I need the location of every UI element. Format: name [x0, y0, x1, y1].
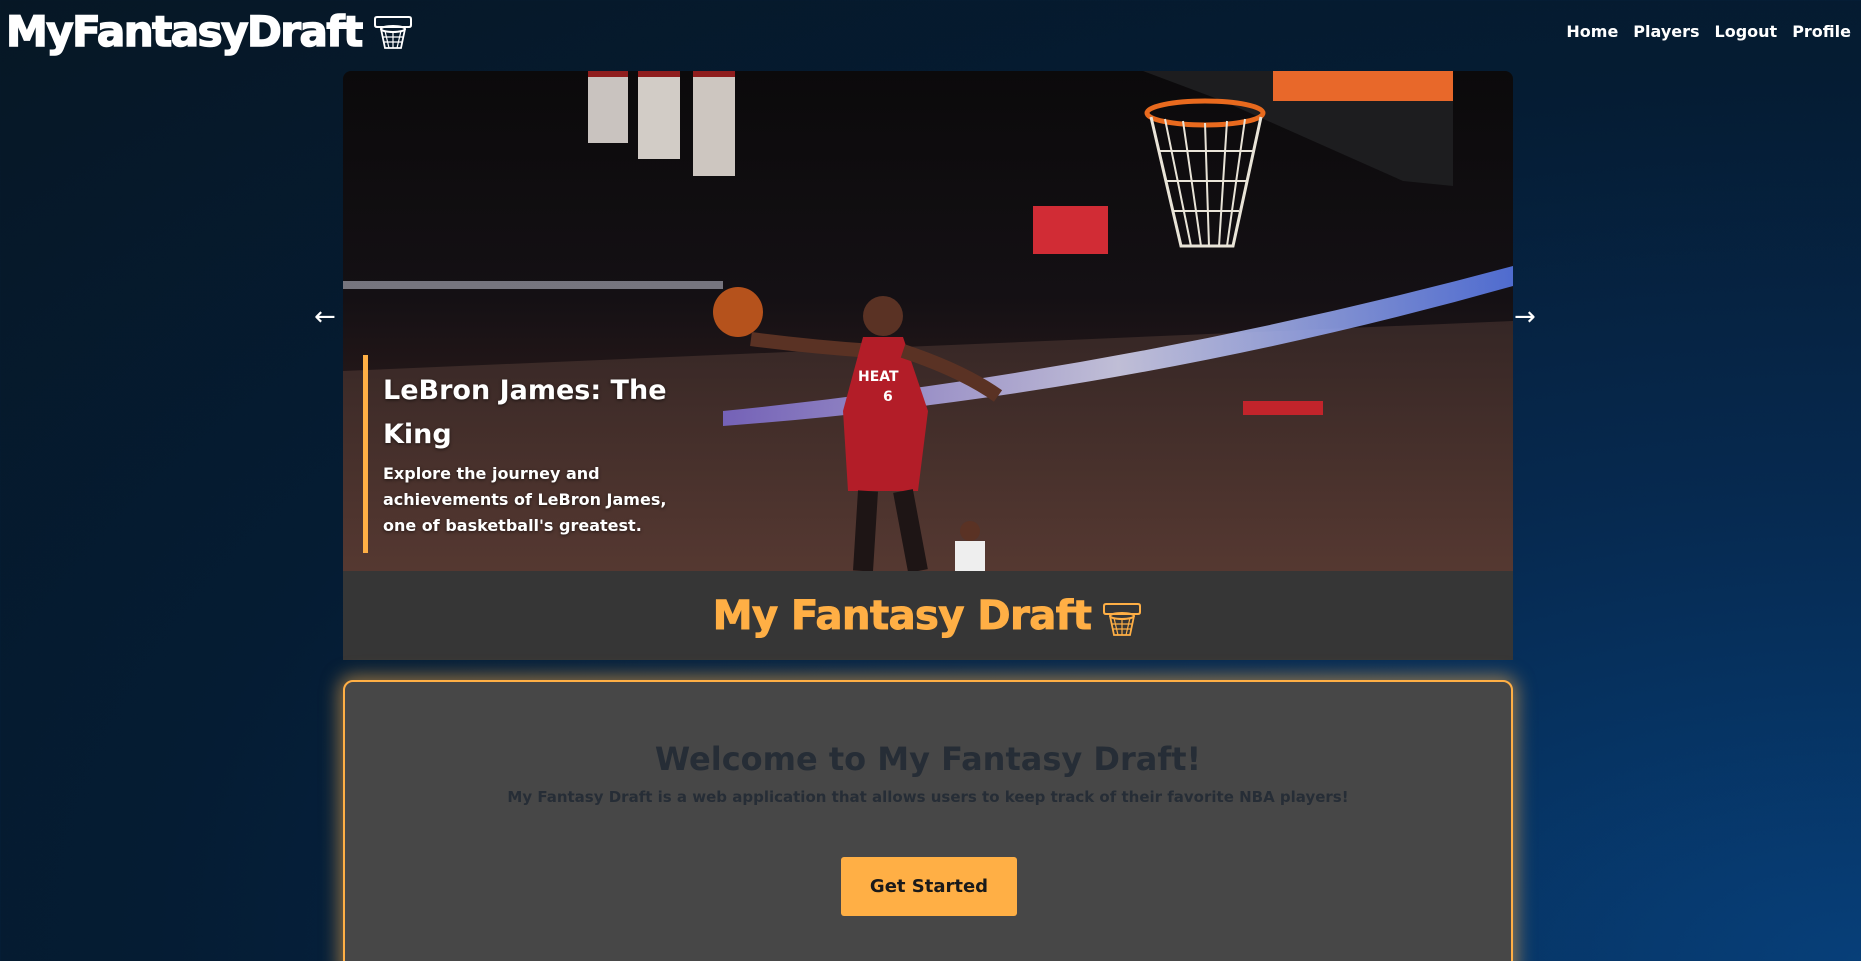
carousel-slide-title: LeBron James: The King — [383, 375, 667, 450]
site-header: MyFantasyDraft Home Players Logout Profi… — [0, 0, 1861, 68]
nav-players-link[interactable]: Players — [1633, 22, 1699, 41]
nav-home-link[interactable]: Home — [1566, 22, 1618, 41]
carousel-next-arrow[interactable]: → — [1514, 302, 1536, 332]
site-logo[interactable]: MyFantasyDraft — [5, 6, 414, 58]
carousel-slide-text: Explore the journey and achievements of … — [383, 464, 667, 535]
basketball-hoop-icon — [373, 16, 412, 49]
welcome-card: Welcome to My Fantasy Draft! My Fantasy … — [343, 680, 1513, 961]
welcome-description: My Fantasy Draft is a web application th… — [507, 788, 1349, 806]
nav-logout-link[interactable]: Logout — [1715, 22, 1778, 41]
welcome-title: Welcome to My Fantasy Draft! — [654, 740, 1202, 778]
basketball-hoop-icon — [1103, 602, 1142, 636]
brand-banner: My Fantasy Draft — [343, 571, 1513, 660]
svg-text:HEAT: HEAT — [858, 369, 899, 385]
carousel-caption: LeBron James: The King Explore the journ… — [363, 355, 673, 553]
carousel-prev-arrow[interactable]: ← — [314, 302, 336, 332]
svg-text:6: 6 — [883, 389, 893, 405]
banner-title: My Fantasy Draft — [712, 592, 1092, 639]
get-started-button[interactable]: Get Started — [841, 857, 1017, 916]
nav-profile-link[interactable]: Profile — [1792, 22, 1851, 41]
main-nav: Home Players Logout Profile — [1566, 22, 1851, 41]
logo-text: MyFantasyDraft — [5, 6, 364, 57]
